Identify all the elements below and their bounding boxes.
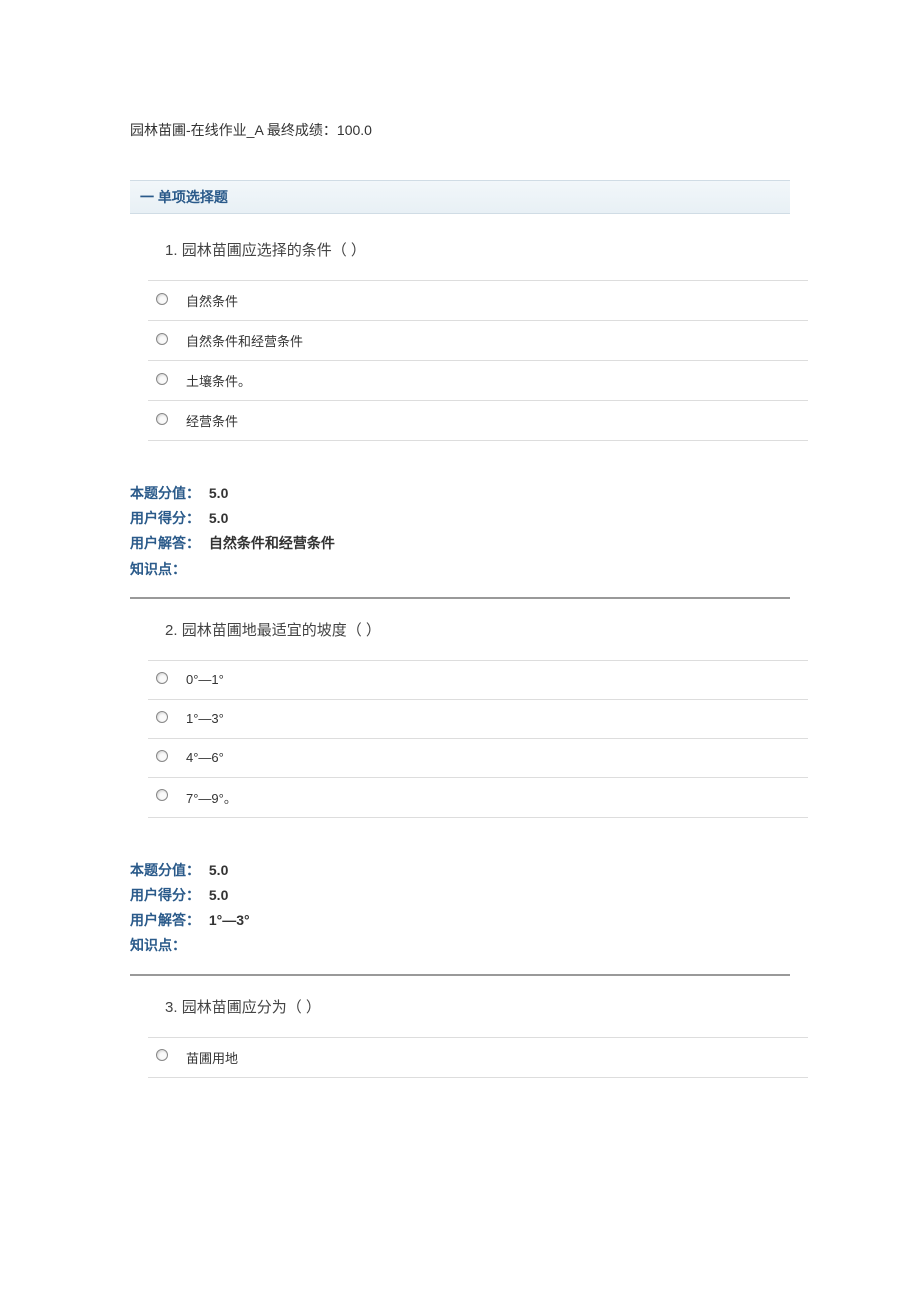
question-stem: 园林苗圃地最适宜的坡度（ ） <box>182 622 381 639</box>
question-text: 2. 园林苗圃地最适宜的坡度（ ） <box>165 619 790 645</box>
radio-icon[interactable] <box>156 789 168 801</box>
user-score-value: 5.0 <box>209 887 228 903</box>
question-stem: 园林苗圃应选择的条件（ ） <box>182 242 366 259</box>
option-text: 1°—3° <box>178 699 808 738</box>
option-text: 经营条件 <box>178 401 808 441</box>
radio-icon[interactable] <box>156 373 168 385</box>
divider <box>130 597 790 599</box>
option-row: 7°—9°。 <box>148 777 808 817</box>
option-text: 自然条件和经营条件 <box>178 321 808 361</box>
section-header: 一 单项选择题 <box>130 180 790 214</box>
question-stem: 园林苗圃应分为（ ） <box>182 999 321 1016</box>
option-row: 土壤条件。 <box>148 361 808 401</box>
radio-icon[interactable] <box>156 750 168 762</box>
user-answer-label: 用户解答： <box>130 531 205 556</box>
option-row: 0°—1° <box>148 660 808 699</box>
option-row: 经营条件 <box>148 401 808 441</box>
question-num: 1. <box>165 242 178 259</box>
options-table: 苗圃用地 <box>148 1037 808 1078</box>
option-row: 自然条件和经营条件 <box>148 321 808 361</box>
question-text: 3. 园林苗圃应分为（ ） <box>165 996 790 1022</box>
radio-icon[interactable] <box>156 293 168 305</box>
question-num: 3. <box>165 999 178 1016</box>
score-label: 本题分值： <box>130 481 205 506</box>
option-text: 自然条件 <box>178 281 808 321</box>
radio-icon[interactable] <box>156 1049 168 1061</box>
question-block: 2. 园林苗圃地最适宜的坡度（ ） 0°—1° 1°—3° 4°—6° 7°—9… <box>130 619 790 976</box>
score-label: 本题分值： <box>130 858 205 883</box>
answer-summary: 本题分值： 5.0 用户得分： 5.0 用户解答： 自然条件和经营条件 知识点： <box>130 481 790 582</box>
answer-summary: 本题分值： 5.0 用户得分： 5.0 用户解答： 1°—3° 知识点： <box>130 858 790 959</box>
option-row: 1°—3° <box>148 699 808 738</box>
option-text: 7°—9°。 <box>178 777 808 817</box>
question-block: 1. 园林苗圃应选择的条件（ ） 自然条件 自然条件和经营条件 土壤条件。 经营… <box>130 239 790 599</box>
score-value: 5.0 <box>209 485 228 501</box>
option-row: 自然条件 <box>148 281 808 321</box>
option-row: 苗圃用地 <box>148 1037 808 1077</box>
knowledge-label: 知识点： <box>130 933 205 958</box>
divider <box>130 974 790 976</box>
user-score-value: 5.0 <box>209 510 228 526</box>
option-text: 土壤条件。 <box>178 361 808 401</box>
user-answer-label: 用户解答： <box>130 908 205 933</box>
user-score-label: 用户得分： <box>130 506 205 531</box>
radio-icon[interactable] <box>156 413 168 425</box>
user-answer-value: 1°—3° <box>209 912 250 928</box>
radio-icon[interactable] <box>156 672 168 684</box>
score-value: 5.0 <box>209 862 228 878</box>
page-title: 园林苗圃-在线作业_A 最终成绩：100.0 <box>130 120 790 140</box>
options-table: 0°—1° 1°—3° 4°—6° 7°—9°。 <box>148 660 808 818</box>
question-text: 1. 园林苗圃应选择的条件（ ） <box>165 239 790 265</box>
user-score-label: 用户得分： <box>130 883 205 908</box>
radio-icon[interactable] <box>156 711 168 723</box>
option-text: 苗圃用地 <box>178 1037 808 1077</box>
question-num: 2. <box>165 622 178 639</box>
option-row: 4°—6° <box>148 738 808 777</box>
options-table: 自然条件 自然条件和经营条件 土壤条件。 经营条件 <box>148 280 808 441</box>
knowledge-label: 知识点： <box>130 557 205 582</box>
option-text: 4°—6° <box>178 738 808 777</box>
user-answer-value: 自然条件和经营条件 <box>209 535 335 551</box>
question-block: 3. 园林苗圃应分为（ ） 苗圃用地 <box>130 996 790 1078</box>
option-text: 0°—1° <box>178 660 808 699</box>
radio-icon[interactable] <box>156 333 168 345</box>
